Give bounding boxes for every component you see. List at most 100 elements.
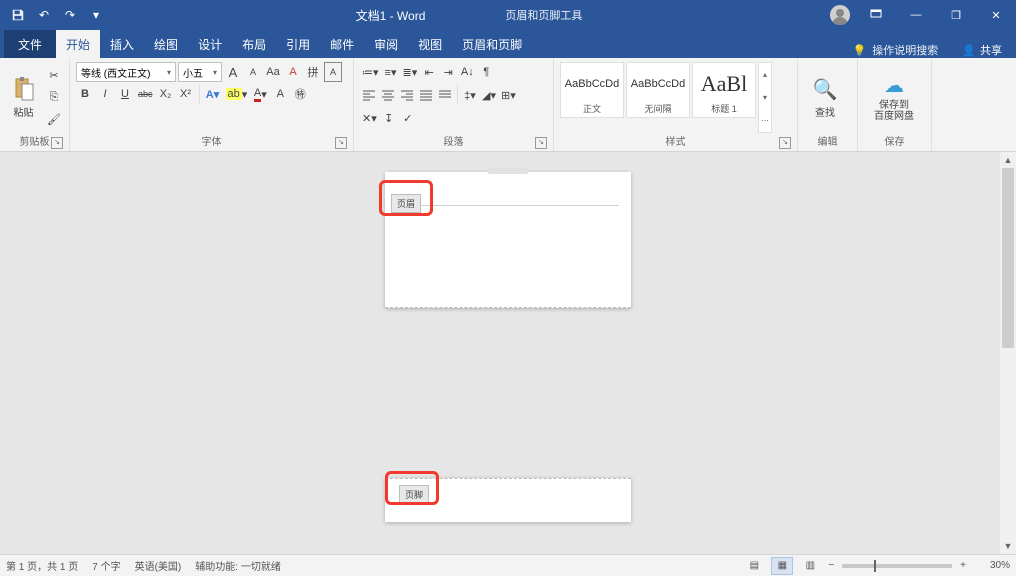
zoom-slider[interactable] <box>842 564 952 568</box>
zoom-out-button[interactable]: − <box>828 560 834 571</box>
minimize-button[interactable]: ― <box>896 0 936 30</box>
decrease-indent-button[interactable]: ⇤ <box>420 62 438 82</box>
scroll-thumb[interactable] <box>1002 168 1014 348</box>
align-right-button[interactable] <box>398 85 416 105</box>
multilevel-button[interactable]: ≣▾ <box>401 62 420 82</box>
style-normal[interactable]: AaBbCcDd 正文 <box>560 62 624 118</box>
phonetic-button[interactable]: 拼 <box>304 62 322 82</box>
maximize-button[interactable]: ❐ <box>936 0 976 30</box>
read-mode-button[interactable]: ▤ <box>744 558 764 574</box>
distributed-button[interactable] <box>436 85 454 105</box>
window-controls: ― ❐ ✕ <box>896 0 1016 30</box>
find-button[interactable]: 🔍 查找 <box>804 62 846 133</box>
bullets-button[interactable]: ≔▾ <box>360 62 381 82</box>
highlight-button[interactable]: ab▾ <box>224 84 250 104</box>
tab-draw[interactable]: 绘图 <box>144 30 188 58</box>
search-icon: 🔍 <box>813 77 838 102</box>
save-button[interactable] <box>6 4 30 26</box>
show-marks-button[interactable]: ¶ <box>477 62 495 82</box>
scroll-down-icon[interactable]: ▼ <box>1000 538 1016 554</box>
share-button[interactable]: 👤 共享 <box>948 42 1016 58</box>
styles-gallery-more[interactable]: ▴▾⋯ <box>758 62 772 133</box>
italic-button[interactable]: I <box>96 84 114 104</box>
page-header-section[interactable]: 页眉 <box>385 172 631 308</box>
font-launcher[interactable]: ↘ <box>335 137 347 149</box>
snap-grid-button[interactable]: ✕▾ <box>360 108 379 128</box>
tab-design[interactable]: 设计 <box>188 30 232 58</box>
shading-button[interactable]: ◢▾ <box>480 85 498 105</box>
char-shading-button[interactable]: A <box>271 84 289 104</box>
page-count[interactable]: 第 1 页，共 1 页 <box>6 558 78 573</box>
accessibility-status[interactable]: 辅助功能: 一切就绪 <box>195 558 281 573</box>
enclose-char-button[interactable]: ㊕ <box>291 84 309 104</box>
paragraph-launcher[interactable]: ↘ <box>535 137 547 149</box>
ribbon-tabs: 文件 开始 插入 绘图 设计 布局 引用 邮件 审阅 视图 页眉和页脚 💡 操作… <box>0 30 1016 58</box>
file-tab[interactable]: 文件 <box>4 30 56 58</box>
align-left-button[interactable] <box>360 85 378 105</box>
increase-indent-button[interactable]: ⇥ <box>439 62 457 82</box>
text-effects-button[interactable]: A▾ <box>204 84 222 104</box>
strike-button[interactable]: abc <box>136 84 155 104</box>
contextual-tool-title: 页眉和页脚工具 <box>505 7 582 23</box>
document-title: 文档1 - Word <box>356 7 426 24</box>
group-font: 等线 (西文正文)▾ 小五▾ A A Aa A 拼 A B I U abc X₂… <box>70 58 354 151</box>
account-area[interactable] <box>824 5 856 25</box>
para-extra-button[interactable]: ✓ <box>399 108 417 128</box>
clear-format-button[interactable]: A <box>284 62 302 82</box>
underline-button[interactable]: U <box>116 84 134 104</box>
qat-customize[interactable]: ▾ <box>84 4 108 26</box>
align-justify-button[interactable] <box>417 85 435 105</box>
zoom-level[interactable]: 30% <box>974 560 1010 571</box>
redo-button[interactable]: ↷ <box>58 4 82 26</box>
styles-launcher[interactable]: ↘ <box>779 137 791 149</box>
tab-references[interactable]: 引用 <box>276 30 320 58</box>
document-canvas[interactable]: 页眉 页脚 <box>0 152 1016 554</box>
sort-button[interactable]: A↓ <box>458 62 476 82</box>
save-to-cloud-button[interactable]: ☁ 保存到 百度网盘 <box>864 62 924 133</box>
grow-font-button[interactable]: A <box>224 62 242 82</box>
para-sort-button[interactable]: ↧ <box>380 108 398 128</box>
subscript-button[interactable]: X₂ <box>157 84 175 104</box>
tab-mailings[interactable]: 邮件 <box>320 30 364 58</box>
format-painter-button[interactable]: 🖌 <box>45 110 63 130</box>
paste-button[interactable]: 粘贴 <box>6 62 41 133</box>
group-paragraph: ≔▾ ≡▾ ≣▾ ⇤ ⇥ A↓ ¶ ‡▾ ◢▾ ⊞▾ ✕▾ <box>354 58 554 151</box>
tab-home[interactable]: 开始 <box>56 30 100 58</box>
tab-insert[interactable]: 插入 <box>100 30 144 58</box>
ribbon: 粘贴 ✂ ⎘ 🖌 剪贴板↘ 等线 (西文正文)▾ 小五▾ A A Aa A 拼 … <box>0 58 1016 152</box>
page-footer-section[interactable]: 页脚 <box>385 478 631 522</box>
print-layout-button[interactable]: ▦ <box>772 558 792 574</box>
numbering-button[interactable]: ≡▾ <box>382 62 400 82</box>
scroll-up-icon[interactable]: ▲ <box>1000 152 1016 168</box>
line-spacing-button[interactable]: ‡▾ <box>461 85 479 105</box>
cloud-icon: ☁ <box>884 73 904 98</box>
font-color-button[interactable]: A▾ <box>251 84 269 104</box>
zoom-in-button[interactable]: + <box>960 560 966 571</box>
ribbon-options-button[interactable] <box>856 0 896 30</box>
close-button[interactable]: ✕ <box>976 0 1016 30</box>
vertical-scrollbar[interactable]: ▲ ▼ <box>1000 152 1016 554</box>
clipboard-launcher[interactable]: ↘ <box>51 137 63 149</box>
style-no-spacing[interactable]: AaBbCcDd 无间隔 <box>626 62 690 118</box>
char-border-button[interactable]: A <box>324 62 342 82</box>
bold-button[interactable]: B <box>76 84 94 104</box>
cut-button[interactable]: ✂ <box>45 66 63 86</box>
copy-button[interactable]: ⎘ <box>45 88 63 108</box>
tab-layout[interactable]: 布局 <box>232 30 276 58</box>
tab-review[interactable]: 审阅 <box>364 30 408 58</box>
word-count[interactable]: 7 个字 <box>92 558 120 573</box>
tab-header-footer-context[interactable]: 页眉和页脚 <box>452 30 532 58</box>
font-name-combo[interactable]: 等线 (西文正文)▾ <box>76 62 176 82</box>
align-center-button[interactable] <box>379 85 397 105</box>
tab-view[interactable]: 视图 <box>408 30 452 58</box>
font-size-combo[interactable]: 小五▾ <box>178 62 222 82</box>
style-heading1[interactable]: AaBl 标题 1 <box>692 62 756 118</box>
borders-button[interactable]: ⊞▾ <box>499 85 518 105</box>
undo-button[interactable]: ↶ <box>32 4 56 26</box>
tell-me-search[interactable]: 💡 操作说明搜索 <box>843 42 949 58</box>
shrink-font-button[interactable]: A <box>244 62 262 82</box>
web-layout-button[interactable]: ▥ <box>800 558 820 574</box>
superscript-button[interactable]: X² <box>177 84 195 104</box>
language-status[interactable]: 英语(美国) <box>135 558 182 573</box>
change-case-button[interactable]: Aa <box>264 62 282 82</box>
